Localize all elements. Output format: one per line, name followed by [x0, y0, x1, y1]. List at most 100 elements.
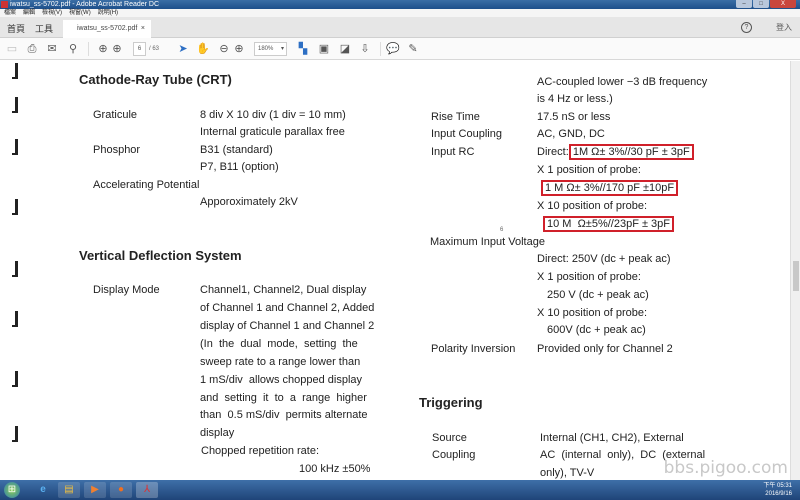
clock-time: 下午 05:31 — [763, 483, 792, 489]
start-button[interactable]: ⊞ — [4, 482, 20, 498]
spec-label: X 10 position of probe: — [537, 200, 648, 212]
spec-label: X 1 position of probe: — [537, 164, 641, 176]
spec-label: Input Coupling — [431, 128, 502, 140]
save-icon[interactable]: ▭ — [5, 42, 19, 56]
sign-pen-icon[interactable]: ✎ — [406, 42, 420, 56]
spec-value: 250 V (dc + peak ac) — [547, 289, 649, 301]
spec-value: is 4 Hz or less.) — [537, 93, 613, 105]
tab-home[interactable]: 首頁 — [7, 22, 25, 35]
spec-value: Apporoximately 2kV — [200, 196, 298, 208]
highlight-box: 10 M Ω±5%//23pF ± 3pF — [543, 216, 675, 232]
binding-mark — [12, 311, 18, 327]
scroll-mode-icon[interactable]: ⇩ — [358, 42, 372, 56]
section-title: Vertical Deflection System — [79, 248, 242, 263]
select-cursor-icon[interactable]: ➤ — [176, 42, 190, 56]
taskbar: ⊞ e ▤ ▶ ● ⅄ 下午 05:31 2016/9/16 — [0, 480, 800, 500]
spec-label: Coupling — [432, 449, 476, 461]
menu-edit[interactable]: 編輯 — [23, 9, 35, 17]
watermark: bbs.pigoo.com — [663, 458, 788, 478]
search-icon[interactable]: ⚲ — [66, 42, 80, 56]
rotate-icon[interactable]: ▣ — [317, 42, 331, 56]
spec-value: display of Channel 1 and Channel 2 — [200, 320, 375, 332]
tab-tools[interactable]: 工具 — [35, 22, 53, 35]
spec-value: 1 M Ω± 3%//170 pF ±10pF — [541, 180, 679, 196]
binding-mark — [12, 371, 18, 387]
previous-page-icon[interactable]: ⊕ — [96, 42, 110, 56]
clock-date: 2016/9/16 — [765, 491, 792, 497]
spec-value: 10 M Ω±5%//23pF ± 3pF — [543, 216, 675, 232]
acrobat-reader-icon[interactable]: ⅄ — [136, 482, 158, 498]
spec-value: Internal (CH1, CH2), External — [540, 432, 684, 444]
spec-value: Direct: 1M Ω± 3%//30 pF ± 3pF — [537, 144, 694, 160]
firefox-icon[interactable]: ● — [110, 482, 132, 498]
internet-explorer-icon[interactable]: e — [32, 482, 54, 498]
section-title: Cathode-Ray Tube (CRT) — [79, 72, 232, 87]
spec-value: 1 mS/div allows chopped display — [200, 374, 363, 386]
fit-page-icon[interactable]: ▚ — [296, 42, 310, 56]
spec-value: Direct: 250V (dc + peak ac) — [537, 253, 671, 265]
spec-value: only), TV-V — [540, 467, 595, 479]
spec-label: Accelerating Potential — [93, 179, 200, 191]
close-button[interactable]: X — [770, 0, 796, 8]
media-player-icon[interactable]: ▶ — [84, 482, 106, 498]
highlight-box: 1M Ω± 3%//30 pF ± 3pF — [568, 144, 694, 160]
spec-value: (In the dual mode, setting the — [200, 338, 358, 350]
hand-tool-icon[interactable]: ✋ — [196, 42, 210, 56]
binding-mark — [12, 139, 18, 155]
section-title: Triggering — [419, 395, 483, 410]
direct-prefix: Direct: — [537, 146, 569, 158]
system-clock[interactable]: 下午 05:31 2016/9/16 — [763, 482, 792, 498]
spec-label: Source — [432, 432, 467, 444]
spec-value: and setting it to a range higher — [200, 392, 367, 404]
binding-mark — [12, 63, 18, 79]
menu-window[interactable]: 視窗(W) — [69, 9, 91, 17]
spec-label: Chopped repetition rate: — [201, 445, 320, 457]
menu-file[interactable]: 檔案 — [4, 9, 16, 17]
menu-view[interactable]: 檢視(V) — [42, 9, 62, 17]
file-explorer-icon[interactable]: ▤ — [58, 482, 80, 498]
document-tab-label: iwatsu_ss-5702.pdf — [77, 25, 138, 32]
vertical-scrollbar[interactable] — [790, 61, 800, 480]
spec-value: 100 kHz ±50% — [299, 463, 371, 475]
spec-value: Channel1, Channel2, Dual display — [200, 284, 367, 296]
spec-label: Graticule — [93, 109, 138, 121]
pdf-page: Cathode-Ray Tube (CRT) Graticule 8 div X… — [0, 61, 790, 480]
comment-icon[interactable]: 💬 — [386, 42, 400, 56]
zoom-out-icon[interactable]: ⊖ — [217, 42, 231, 56]
spec-value: 600V (dc + peak ac) — [547, 324, 646, 336]
zoom-value: 180% — [258, 46, 274, 52]
full-screen-icon[interactable]: ◪ — [338, 42, 352, 56]
zoom-select[interactable]: 180% ▾ — [254, 42, 287, 56]
binding-mark — [12, 426, 18, 442]
menu-bar: 檔案 編輯 檢視(V) 視窗(W) 說明(H) — [0, 9, 800, 17]
close-tab-icon[interactable]: × — [141, 20, 145, 38]
spec-value: Provided only for Channel 2 — [537, 343, 673, 355]
print-icon[interactable]: ⎙ — [25, 42, 39, 56]
page-total: / 63 — [149, 46, 160, 52]
tab-document[interactable]: iwatsu_ss-5702.pdf × — [63, 20, 151, 38]
spec-value: AC-coupled lower −3 dB frequency — [537, 76, 708, 88]
spec-value: B31 (standard) — [200, 144, 273, 156]
spec-value: 8 div X 10 div (1 div = 10 mm) — [200, 109, 346, 121]
page-number-input[interactable]: 6 — [133, 42, 146, 56]
menu-help[interactable]: 說明(H) — [98, 9, 118, 17]
maximize-button[interactable]: □ — [753, 0, 769, 8]
help-icon[interactable]: ? — [741, 22, 752, 33]
spec-value: than 0.5 mS/div permits alternate — [200, 409, 368, 421]
acrobat-icon — [1, 1, 8, 8]
login-button[interactable]: 登入 — [776, 22, 792, 33]
chevron-down-icon: ▾ — [280, 46, 284, 52]
spec-value: 17.5 nS or less — [537, 111, 611, 123]
spec-value: Internal graticule parallax free — [200, 126, 345, 138]
email-icon[interactable]: ✉ — [45, 42, 59, 56]
spec-label: Rise Time — [431, 111, 480, 123]
minimize-button[interactable]: – — [736, 0, 752, 8]
next-page-icon[interactable]: ⊕ — [110, 42, 124, 56]
spec-value: P7, B11 (option) — [200, 161, 279, 173]
spec-value: display — [200, 427, 235, 439]
scrollbar-thumb[interactable] — [793, 261, 799, 291]
zoom-in-icon[interactable]: ⊕ — [232, 42, 246, 56]
spec-value: sweep rate to a range lower than — [200, 356, 361, 368]
highlight-box: 1 M Ω± 3%//170 pF ±10pF — [541, 180, 679, 196]
spec-value: AC, GND, DC — [537, 128, 605, 140]
